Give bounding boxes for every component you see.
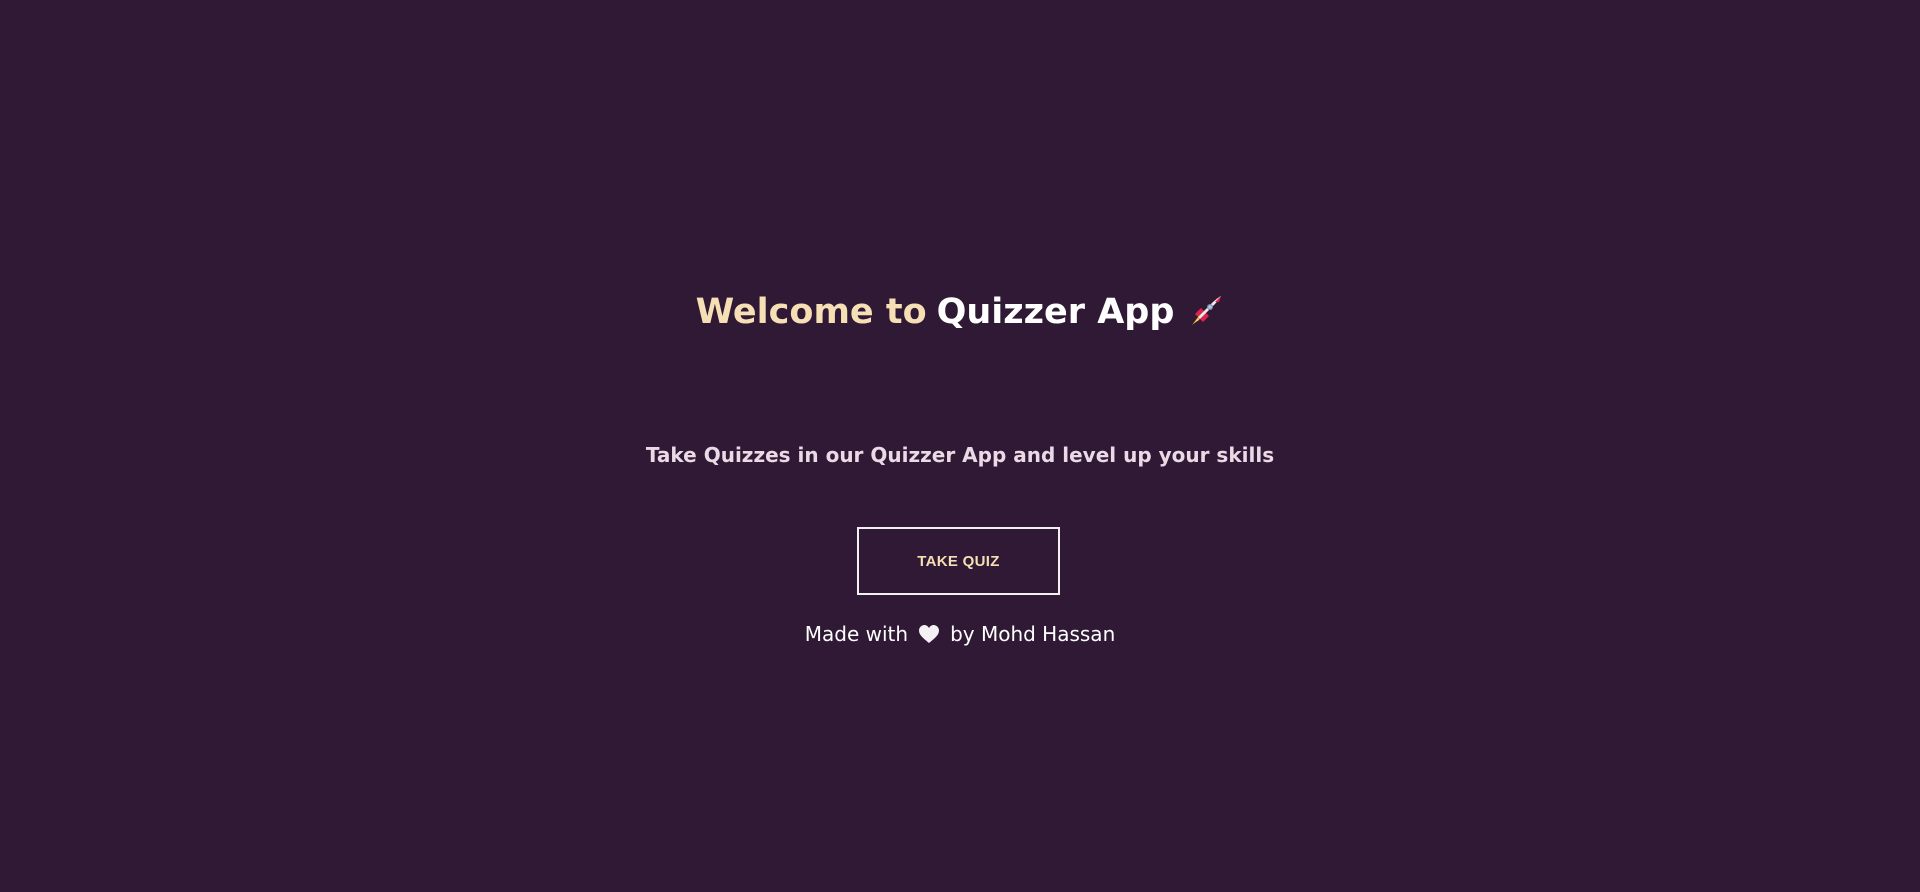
take-quiz-button[interactable]: TAKE QUIZ xyxy=(857,527,1060,595)
title-brand: Quizzer App xyxy=(936,292,1175,332)
title-prefix: Welcome to xyxy=(695,292,927,332)
tagline: Take Quizzes in our Quizzer App and leve… xyxy=(645,443,1275,467)
landing-page: Welcome to Quizzer App Take Quizzes in o… xyxy=(0,0,1920,892)
rocket-icon xyxy=(1186,293,1224,331)
footer-credit: Made with by Mohd Hassan xyxy=(0,618,1920,650)
footer-made-with: Made with xyxy=(804,622,909,646)
page-title: Welcome to Quizzer App xyxy=(0,287,1920,337)
take-quiz-label: TAKE QUIZ xyxy=(917,552,1000,570)
heart-icon xyxy=(918,624,940,644)
footer-author: by Mohd Hassan xyxy=(950,622,1116,646)
